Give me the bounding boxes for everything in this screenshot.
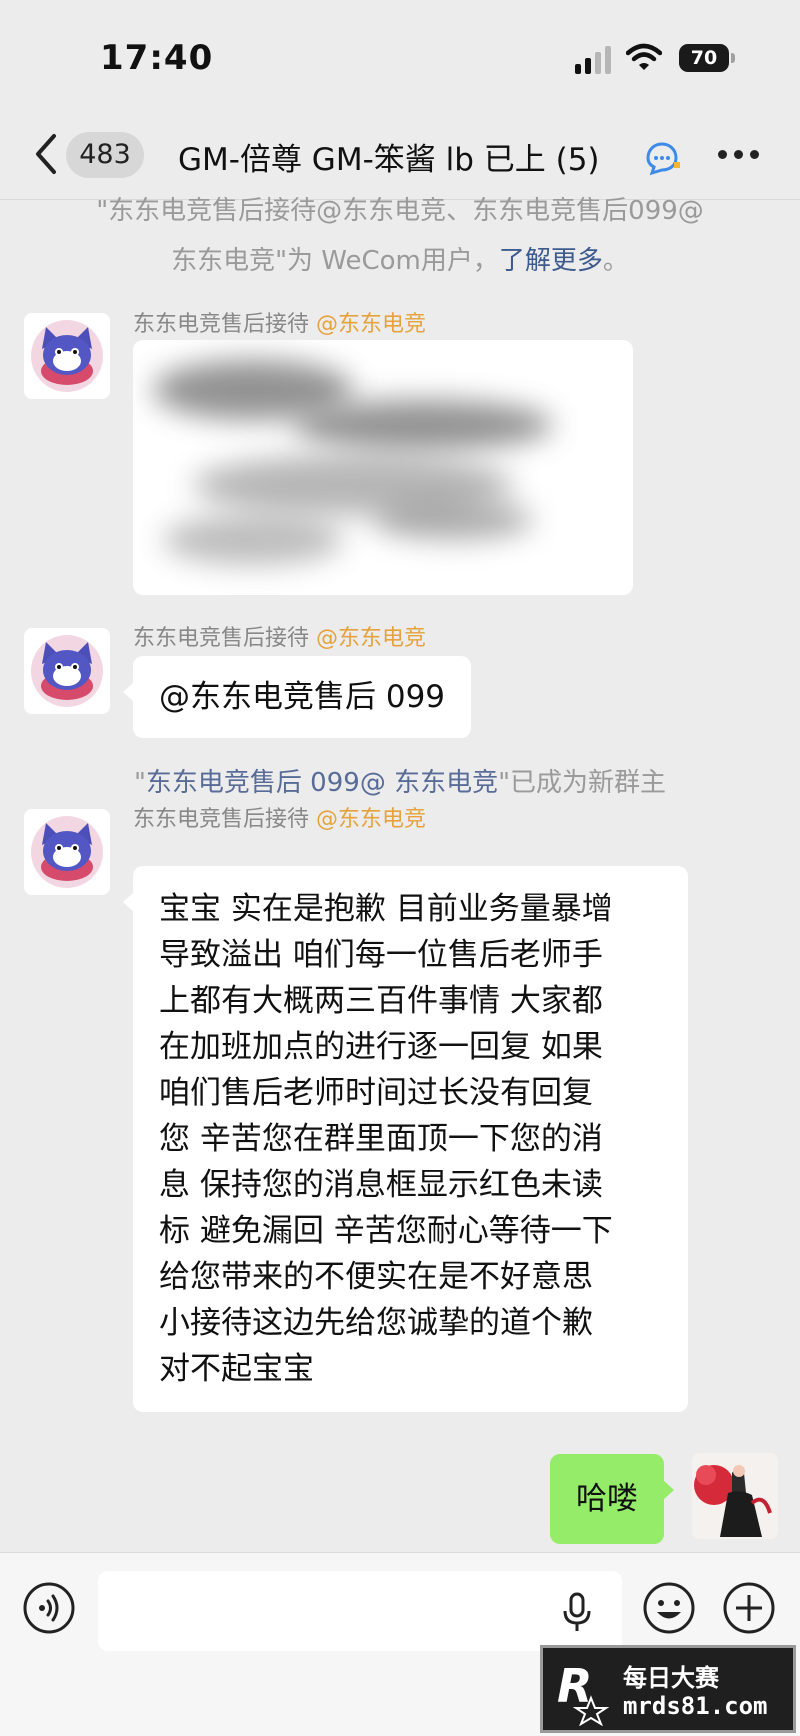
message-text: 哈喽	[576, 1481, 638, 1517]
wecom-notice-line1: "东东电竞售后接待@东东电竞、东东电竞售后099@	[96, 196, 704, 226]
plus-icon[interactable]	[722, 1581, 776, 1635]
status-bar: 17:40 70	[0, 0, 800, 110]
message-bubble[interactable]: 宝宝 实在是抱歉 目前业务量暴增 导致溢出 咱们每一位售后老师手 上都有大概两三…	[123, 866, 688, 1412]
svg-text:R: R	[557, 1659, 592, 1713]
message-input[interactable]	[98, 1571, 622, 1651]
battery-indicator: 70	[679, 44, 729, 72]
message-bubble[interactable]: @东东电竞售后 099	[122, 656, 472, 738]
wecom-notice: "东东电竞售后接待@东东电竞、东东电竞售后099@ 东东电竞"为 WeCom用户…	[40, 186, 760, 286]
message-line: 咱们售后老师时间过长没有回复	[159, 1075, 593, 1111]
new-owner-name[interactable]: 东东电竞售后 099@ 东东电竞	[146, 768, 498, 798]
wecom-notice-line2: 东东电竞"为 WeCom用户，了解更多。	[40, 236, 760, 286]
my-avatar[interactable]	[692, 1453, 778, 1539]
chat-title: GM-倍尊 GM-笨酱 lb 已上 (5)	[178, 142, 600, 178]
message-line: 您 辛苦您在群里面顶一下您的消	[159, 1121, 603, 1157]
emoji-icon[interactable]	[642, 1581, 696, 1635]
battery-tip	[731, 53, 735, 63]
my-message-bubble[interactable]: 哈喽	[550, 1454, 674, 1544]
signal-icon	[575, 44, 615, 74]
avatar[interactable]	[24, 313, 110, 399]
sender-tag: @东东电竞	[316, 807, 427, 832]
redacted-image-message[interactable]	[133, 340, 633, 595]
message-text: @东东电竞售后 099	[159, 679, 446, 715]
message-line: 息 保持您的消息框显示红色未读	[159, 1167, 603, 1203]
message-line: 宝宝 实在是抱歉 目前业务量暴增	[159, 891, 613, 927]
cat-avatar-icon	[31, 320, 103, 392]
avatar[interactable]	[24, 628, 110, 714]
wecom-notice-suffix: 。	[602, 246, 629, 276]
sender-label: 东东电竞售后接待	[133, 626, 310, 651]
sender-tag: @东东电竞	[316, 626, 427, 651]
sender-name: 东东电竞售后接待 @东东电竞	[133, 306, 426, 338]
message-line: 上都有大概两三百件事情 大家都	[159, 983, 603, 1019]
flamenco-avatar-icon	[692, 1453, 778, 1539]
sender-label: 东东电竞售后接待	[133, 312, 310, 337]
wecom-notice-text: 东东电竞"为 WeCom用户，	[171, 246, 499, 276]
watermark-title: 每日大赛	[623, 1664, 719, 1692]
unread-count-badge[interactable]: 483	[66, 132, 144, 178]
sender-name: 东东电竞售后接待 @东东电竞	[133, 620, 426, 652]
site-watermark: R 每日大赛 mrds81.com	[540, 1645, 796, 1733]
cat-avatar-icon	[31, 816, 103, 888]
message-line: 小接待这边先给您诚挚的道个歉	[159, 1305, 593, 1341]
microphone-icon[interactable]	[560, 1591, 594, 1635]
message-line: 给您带来的不便实在是不好意思	[159, 1259, 593, 1295]
wifi-icon	[626, 43, 662, 70]
message-line: 导致溢出 咱们每一位售后老师手	[159, 937, 603, 973]
message-text: 宝宝 实在是抱歉 目前业务量暴增 导致溢出 咱们每一位售后老师手 上都有大概两三…	[133, 866, 688, 1412]
message-line: 对不起宝宝	[159, 1351, 314, 1387]
sender-label: 东东电竞售后接待	[133, 807, 310, 832]
notice-suffix: "已成为新群主	[498, 768, 667, 798]
chat-bubble-icon[interactable]	[642, 140, 682, 176]
notice-quote: "	[133, 768, 146, 798]
message-line: 标 避免漏回 辛苦您耐心等待一下	[159, 1213, 613, 1249]
watermark-url: mrds81.com	[623, 1692, 768, 1720]
watermark-logo-icon: R	[557, 1659, 610, 1726]
sender-name: 东东电竞售后接待 @东东电竞	[133, 801, 426, 833]
more-dots-icon[interactable]	[718, 150, 762, 162]
chevron-left-icon[interactable]	[28, 130, 68, 178]
status-time: 17:40	[100, 38, 214, 78]
sender-tag: @东东电竞	[316, 312, 427, 337]
learn-more-link[interactable]: 了解更多	[499, 246, 603, 276]
message-line: 在加班加点的进行逐一回复 如果	[159, 1029, 603, 1065]
cat-avatar-icon	[31, 635, 103, 707]
voice-icon[interactable]	[22, 1581, 76, 1635]
avatar[interactable]	[24, 809, 110, 895]
